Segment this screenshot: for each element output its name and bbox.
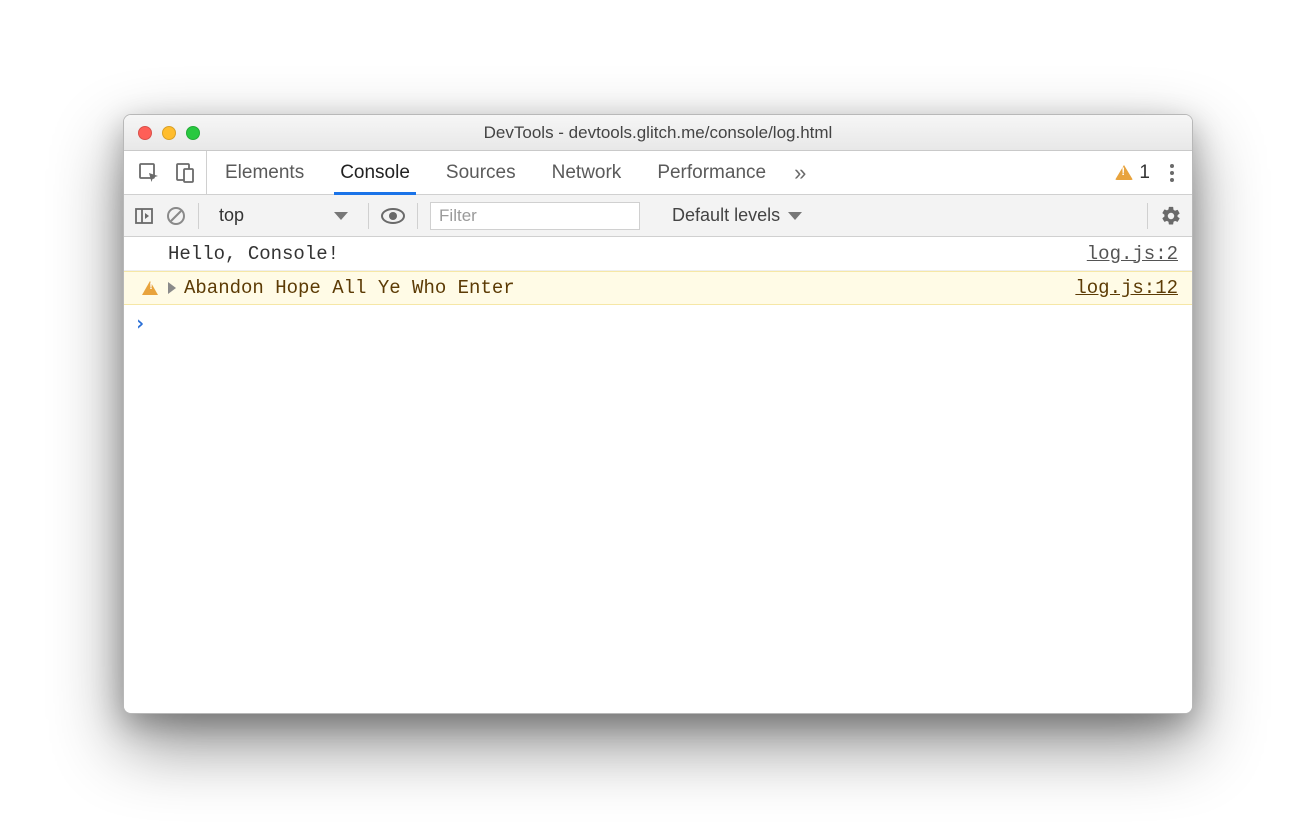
tab-sources[interactable]: Sources [428,151,534,194]
warning-icon [1115,165,1133,180]
prompt-caret-icon: › [134,311,146,335]
window-maximize-button[interactable] [186,126,200,140]
divider [198,203,199,229]
window-minimize-button[interactable] [162,126,176,140]
devtools-window: DevTools - devtools.glitch.me/console/lo… [123,114,1193,714]
source-link[interactable]: log.js:12 [1075,277,1178,299]
titlebar: DevTools - devtools.glitch.me/console/lo… [124,115,1192,151]
console-prompt-row: › [124,305,1192,341]
source-link[interactable]: log.js:2 [1087,243,1178,265]
warning-icon [142,281,158,295]
tab-console[interactable]: Console [322,151,428,194]
console-row-warn: Abandon Hope All Ye Who Enter log.js:12 [124,271,1192,305]
console-settings-icon[interactable] [1160,205,1182,227]
chevron-double-right-icon: » [794,160,806,186]
divider [1147,203,1148,229]
toggle-sidebar-icon[interactable] [134,206,154,226]
console-toolbar: top Default levels [124,195,1192,237]
context-label: top [219,205,244,226]
log-levels-select[interactable]: Default levels [672,205,802,226]
row-gutter [132,281,168,295]
console-row-log: Hello, Console! log.js:2 [124,237,1192,271]
tab-performance[interactable]: Performance [639,151,784,194]
filter-input[interactable] [430,202,640,230]
inspect-element-icon[interactable] [138,162,160,184]
panel-tabbar: Elements Console Sources Network Perform… [124,151,1192,195]
tabbar-right-tools: 1 [1105,151,1184,194]
console-output: Hello, Console! log.js:2 Abandon Hope Al… [124,237,1192,713]
expand-arrow-icon[interactable] [168,282,176,294]
live-expression-icon[interactable] [381,204,405,228]
warning-count-badge[interactable]: 1 [1115,162,1150,184]
clear-console-icon[interactable] [166,206,186,226]
tab-network[interactable]: Network [534,151,640,194]
chevron-down-icon [788,212,802,220]
device-toolbar-icon[interactable] [174,162,196,184]
log-message: Abandon Hope All Ye Who Enter [184,277,1075,299]
tabbar-left-tools [132,151,207,194]
more-tabs-button[interactable]: » [784,151,816,194]
panel-tabs: Elements Console Sources Network Perform… [207,151,1105,194]
levels-label: Default levels [672,205,780,226]
log-message: Hello, Console! [168,243,1087,265]
divider [368,203,369,229]
window-close-button[interactable] [138,126,152,140]
chevron-down-icon [334,212,348,220]
divider [417,203,418,229]
tab-elements[interactable]: Elements [207,151,322,194]
warning-count: 1 [1139,162,1150,184]
settings-menu-button[interactable] [1166,164,1178,182]
traffic-lights [124,126,200,140]
console-input[interactable] [156,311,1178,335]
window-title: DevTools - devtools.glitch.me/console/lo… [124,123,1192,143]
execution-context-select[interactable]: top [211,205,356,226]
